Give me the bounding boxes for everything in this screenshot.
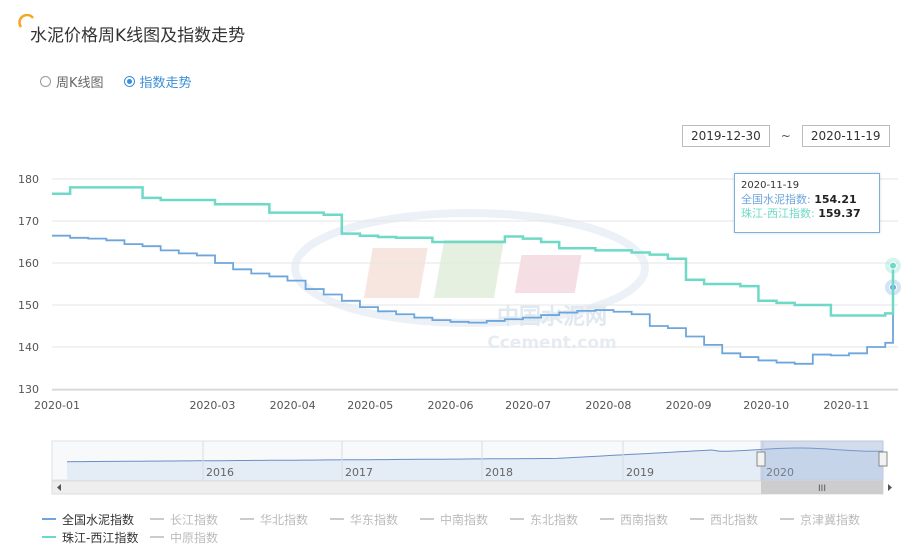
x-tick-label: 2020-09	[666, 399, 712, 412]
navigator-handle-left	[756, 451, 766, 467]
view-tabs: 周K线图 指数走势	[40, 72, 192, 91]
tooltip-row-pearl-river: 珠江-西江指数: 159.37	[741, 207, 873, 221]
legend-label: 西南指数	[620, 512, 669, 527]
tab-label: 周K线图	[56, 76, 104, 91]
x-tick-label: 2020-01	[34, 399, 80, 412]
legend-swatch	[150, 536, 164, 538]
navigator-year-label: 2017	[345, 466, 373, 479]
navigator-year-label: 2016	[206, 466, 234, 479]
x-tick-label: 2020-10	[743, 399, 789, 412]
tooltip-row-national: 全国水泥指数: 154.21	[741, 193, 873, 207]
y-tick-label: 130	[18, 383, 39, 396]
tooltip-value: 159.37	[818, 207, 861, 220]
tooltip-label: 全国水泥指数:	[741, 193, 811, 206]
scrollbar-grip: III	[818, 484, 826, 494]
x-tick-label: 2020-05	[347, 399, 393, 412]
legend-swatch	[150, 518, 164, 520]
legend-item-zhongyuan[interactable]: 中原指数	[150, 529, 240, 546]
legend-swatch	[42, 536, 56, 538]
legend-swatch	[510, 518, 524, 520]
watermark-block	[363, 248, 428, 298]
y-tick-label: 160	[18, 257, 39, 270]
legend-label: 华东指数	[350, 512, 399, 527]
date-separator: ~	[780, 129, 791, 143]
radio-selected-icon[interactable]	[123, 76, 135, 87]
chart-tooltip: 2020-11-19 全国水泥指数: 154.21 珠江-西江指数: 159.3…	[734, 173, 880, 233]
legend-item-xinan[interactable]: 西南指数	[600, 511, 690, 528]
navigator-handle-right	[878, 451, 888, 467]
legend-item-pearl-river[interactable]: 珠江-西江指数	[42, 529, 150, 546]
legend-label: 西北指数	[710, 512, 759, 527]
legend-swatch	[330, 518, 344, 520]
x-tick-label: 2020-11	[823, 399, 869, 412]
date-range-picker: 2019-12-30 ~ 2020-11-19	[682, 125, 890, 147]
legend-label: 珠江-西江指数	[62, 530, 139, 545]
x-tick-label: 2020-08	[585, 399, 631, 412]
tooltip-date: 2020-11-19	[741, 180, 800, 191]
watermark-block	[433, 240, 505, 298]
watermark-block	[514, 255, 582, 293]
legend-item-national[interactable]: 全国水泥指数	[42, 511, 150, 528]
legend-item-changjiang[interactable]: 长江指数	[150, 511, 240, 528]
legend-item-xibei[interactable]: 西北指数	[690, 511, 780, 528]
legend-swatch	[42, 518, 56, 520]
x-tick-label: 2020-04	[270, 399, 316, 412]
x-tick-label: 2020-06	[428, 399, 474, 412]
y-tick-label: 180	[18, 173, 39, 186]
tab-index-trend[interactable]: 指数走势	[123, 72, 192, 91]
legend-item-huadong[interactable]: 华东指数	[330, 511, 420, 528]
tooltip-value: 154.21	[814, 193, 857, 206]
legend-swatch	[600, 518, 614, 520]
legend-item-huabei[interactable]: 华北指数	[240, 511, 330, 528]
navigator-year-label: 2019	[626, 466, 654, 479]
y-tick-label: 140	[18, 341, 39, 354]
legend-label: 全国水泥指数	[62, 512, 135, 527]
legend-row: 珠江-西江指数 中原指数	[42, 528, 902, 546]
tooltip-label: 珠江-西江指数:	[741, 207, 815, 220]
navigator-selection	[760, 440, 884, 481]
legend-swatch	[240, 518, 254, 520]
legend-label: 中原指数	[170, 530, 219, 545]
legend-swatch	[690, 518, 704, 520]
y-tick-label: 150	[18, 299, 39, 312]
legend-label: 长江指数	[170, 512, 219, 527]
series-last-point	[889, 261, 897, 270]
chart-legend: 全国水泥指数 长江指数 华北指数 华东指数 中南指数 东北指数 西南指数 西北指…	[42, 510, 902, 546]
navigator-year-label: 2018	[485, 466, 513, 479]
end-date-input[interactable]: 2020-11-19	[801, 125, 890, 147]
x-tick-label: 2020-03	[189, 399, 235, 412]
page-title: 水泥价格周K线图及指数走势	[30, 26, 246, 46]
legend-label: 华北指数	[260, 512, 309, 527]
tab-label: 指数走势	[139, 76, 192, 91]
legend-label: 京津冀指数	[800, 512, 861, 527]
watermark-text-en: Ccement.com	[487, 333, 616, 353]
legend-item-jingjinji[interactable]: 京津冀指数	[780, 511, 870, 528]
scrollbar-track	[51, 480, 884, 495]
watermark-text-cn: 中国水泥网	[497, 305, 607, 330]
legend-item-dongbei[interactable]: 东北指数	[510, 511, 600, 528]
tab-kline[interactable]: 周K线图	[40, 72, 104, 91]
legend-swatch	[420, 518, 434, 520]
x-tick-label: 2020-07	[505, 399, 551, 412]
legend-label: 中南指数	[440, 512, 489, 527]
legend-label: 东北指数	[530, 512, 579, 527]
start-date-input[interactable]: 2019-12-30	[682, 125, 770, 147]
radio-icon[interactable]	[40, 76, 51, 87]
legend-swatch	[780, 518, 794, 520]
legend-row: 全国水泥指数 长江指数 华北指数 华东指数 中南指数 东北指数 西南指数 西北指…	[42, 510, 902, 528]
y-tick-label: 170	[18, 215, 39, 228]
legend-item-zhongnan[interactable]: 中南指数	[420, 511, 510, 528]
